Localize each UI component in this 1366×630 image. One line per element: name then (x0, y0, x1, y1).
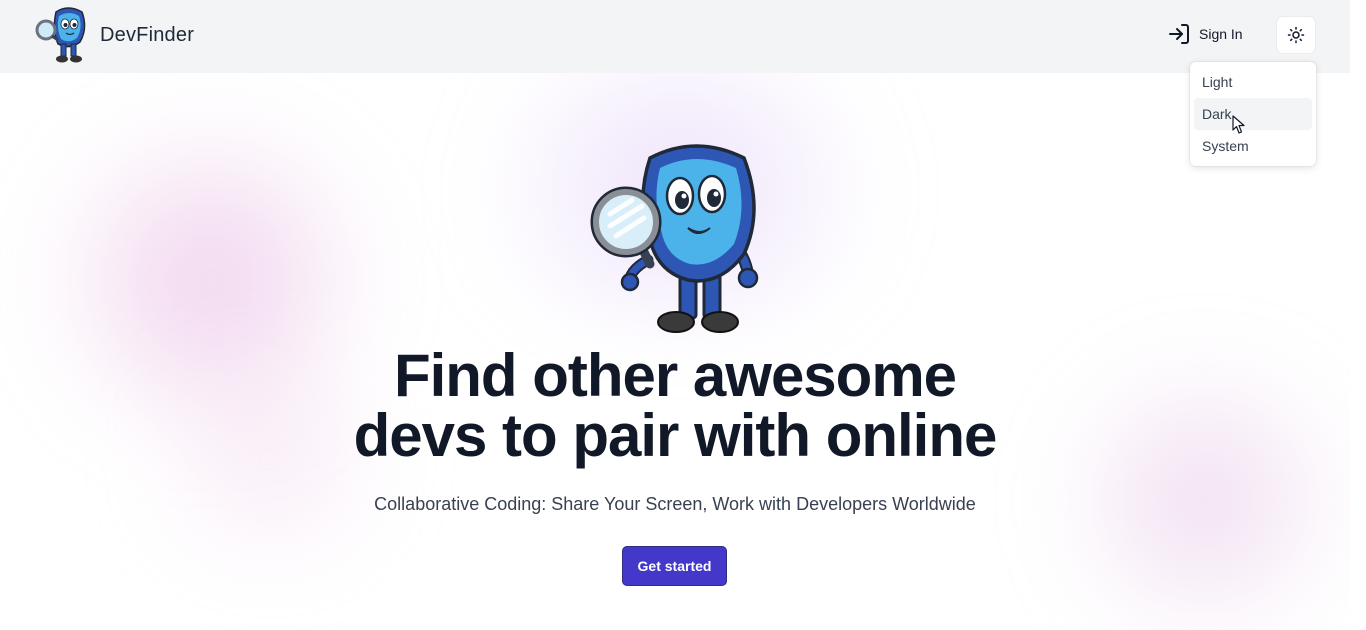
site-header: DevFinder Sign In (0, 0, 1366, 73)
sign-in-button[interactable]: Sign In (1167, 22, 1243, 46)
scrollbar-track[interactable] (1350, 0, 1366, 630)
sun-icon (1287, 26, 1305, 44)
theme-menu: Light Dark System (1190, 62, 1316, 166)
sign-in-label: Sign In (1199, 26, 1243, 42)
theme-menu-item-system[interactable]: System (1194, 130, 1312, 162)
hero-headline-line2: devs to pair with online (353, 402, 998, 469)
hero-headline: Find other awesome devs to pair with onl… (0, 346, 1350, 466)
page: DevFinder Sign In Light Dark System Find… (0, 0, 1366, 630)
get-started-button[interactable]: Get started (622, 546, 727, 586)
login-icon (1169, 24, 1189, 44)
mouse-cursor-icon (1232, 115, 1245, 134)
brand-name: DevFinder (100, 23, 195, 46)
hero-headline-line1: Find other awesome (393, 342, 957, 409)
mascot-logo-icon (35, 7, 86, 63)
mascot-magnifier-icon (590, 144, 759, 333)
theme-menu-item-dark[interactable]: Dark (1194, 98, 1312, 130)
theme-toggle-button[interactable] (1277, 17, 1315, 53)
theme-menu-item-light[interactable]: Light (1194, 66, 1312, 98)
hero-subheadline: Collaborative Coding: Share Your Screen,… (374, 494, 976, 514)
brand-link[interactable]: DevFinder (34, 6, 194, 64)
